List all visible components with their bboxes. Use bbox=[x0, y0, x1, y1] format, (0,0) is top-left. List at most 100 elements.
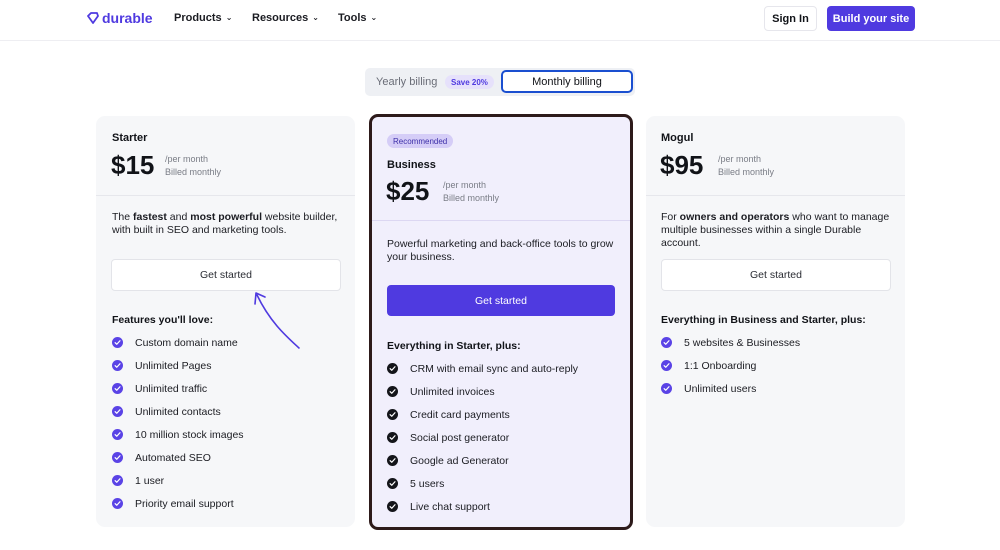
feature-label: Automated SEO bbox=[135, 451, 211, 464]
feature-label: 1:1 Onboarding bbox=[684, 359, 757, 372]
billing-toggle: Yearly billing Save 20% Monthly billing bbox=[365, 68, 635, 96]
build-your-site-button[interactable]: Build your site bbox=[827, 6, 915, 31]
feature-label: Unlimited traffic bbox=[135, 382, 208, 395]
plan-description: Powerful marketing and back-office tools… bbox=[387, 238, 614, 263]
feature-label: Unlimited contacts bbox=[135, 405, 221, 418]
yearly-billing-option[interactable]: Yearly billing bbox=[376, 76, 437, 88]
billing-frequency: Billed monthly bbox=[718, 167, 775, 177]
feature-label: Social post generator bbox=[410, 431, 510, 444]
nav-products-label: Products bbox=[174, 12, 222, 24]
feature-label: Live chat support bbox=[410, 500, 490, 513]
plan-card-business: Recommended Business $25 /per month Bill… bbox=[369, 114, 633, 530]
feature-label: Unlimited invoices bbox=[410, 385, 495, 398]
feature-item: Unlimited contacts bbox=[112, 400, 244, 423]
check-circle-icon bbox=[387, 501, 398, 512]
nav-resources-label: Resources bbox=[252, 12, 309, 24]
sign-in-button[interactable]: Sign In bbox=[764, 6, 817, 31]
top-navbar: durable Products ⌄ Resources ⌄ Tools ⌄ S… bbox=[0, 0, 1000, 41]
feature-label: Credit card payments bbox=[410, 408, 510, 421]
feature-item: 1:1 Onboarding bbox=[661, 354, 800, 377]
check-circle-icon bbox=[112, 337, 123, 348]
feature-item: Live chat support bbox=[387, 495, 578, 518]
features-heading: Everything in Starter, plus: bbox=[387, 340, 521, 352]
features-heading: Everything in Business and Starter, plus… bbox=[661, 314, 866, 326]
feature-item: Google ad Generator bbox=[387, 449, 578, 472]
feature-list: Custom domain name Unlimited Pages Unlimit… bbox=[112, 331, 244, 515]
feature-item: Automated SEO bbox=[112, 446, 244, 469]
feature-label: Unlimited users bbox=[684, 382, 757, 395]
durable-logo-icon bbox=[87, 12, 99, 24]
save-badge: Save 20% bbox=[445, 75, 494, 89]
check-circle-icon bbox=[661, 337, 672, 348]
price-period: /per month bbox=[443, 180, 487, 190]
feature-item: 10 million stock images bbox=[112, 423, 244, 446]
feature-label: Priority email support bbox=[135, 497, 234, 510]
nav-tools[interactable]: Tools ⌄ bbox=[338, 12, 377, 24]
check-circle-icon bbox=[112, 383, 123, 394]
card-header: Starter $15 /per month Billed monthly bbox=[96, 116, 355, 196]
check-circle-icon bbox=[661, 360, 672, 371]
check-circle-icon bbox=[387, 386, 398, 397]
plan-name: Starter bbox=[112, 132, 148, 144]
card-header: Business $25 /per month Billed monthly bbox=[372, 117, 630, 221]
check-circle-icon bbox=[112, 429, 123, 440]
feature-label: Unlimited Pages bbox=[135, 359, 212, 372]
feature-item: 5 users bbox=[387, 472, 578, 495]
check-circle-icon bbox=[112, 498, 123, 509]
feature-label: 5 websites & Businesses bbox=[684, 336, 801, 349]
plan-description: The fastest and most powerful website bu… bbox=[112, 211, 338, 236]
plan-name: Mogul bbox=[661, 132, 694, 144]
feature-label: 5 users bbox=[410, 477, 445, 490]
feature-item: Unlimited invoices bbox=[387, 380, 578, 403]
feature-label: Custom domain name bbox=[135, 336, 238, 349]
features-heading: Features you'll love: bbox=[112, 314, 214, 326]
get-started-button[interactable]: Get started bbox=[111, 259, 341, 291]
feature-label: Google ad Generator bbox=[410, 454, 509, 467]
nav-products[interactable]: Products ⌄ bbox=[174, 12, 232, 24]
chevron-down-icon: ⌄ bbox=[225, 12, 233, 22]
chevron-down-icon: ⌄ bbox=[370, 12, 378, 22]
check-circle-icon bbox=[387, 455, 398, 466]
monthly-billing-option[interactable]: Monthly billing bbox=[501, 70, 633, 93]
billing-frequency: Billed monthly bbox=[165, 167, 222, 177]
feature-item: Credit card payments bbox=[387, 403, 578, 426]
check-circle-icon bbox=[387, 432, 398, 443]
feature-item: Unlimited users bbox=[661, 377, 800, 400]
chevron-down-icon: ⌄ bbox=[312, 12, 319, 22]
feature-label: 1 user bbox=[135, 474, 165, 487]
check-circle-icon bbox=[112, 475, 123, 486]
plan-price: $15 bbox=[111, 150, 155, 180]
feature-label: CRM with email sync and auto-reply bbox=[410, 362, 579, 375]
feature-item: Unlimited traffic bbox=[112, 377, 244, 400]
billing-frequency: Billed monthly bbox=[443, 193, 500, 203]
hand-drawn-arrow-icon bbox=[254, 292, 300, 349]
check-circle-icon bbox=[661, 383, 672, 394]
get-started-button[interactable]: Get started bbox=[661, 259, 891, 291]
feature-label: 10 million stock images bbox=[135, 428, 244, 441]
get-started-button[interactable]: Get started bbox=[387, 285, 615, 316]
feature-item: Custom domain name bbox=[112, 331, 244, 354]
plan-description: For owners and operators who want to man… bbox=[661, 211, 890, 249]
feature-list: 5 websites & Businesses 1:1 Onboarding Unl… bbox=[661, 331, 800, 400]
plan-card-starter: Starter $15 /per month Billed monthly Th… bbox=[96, 116, 355, 527]
plan-price: $95 bbox=[660, 150, 704, 180]
price-period: /per month bbox=[718, 154, 762, 164]
feature-item: Unlimited Pages bbox=[112, 354, 244, 377]
logo-text: durable bbox=[102, 10, 153, 26]
durable-logo[interactable]: durable bbox=[87, 10, 153, 26]
nav-tools-label: Tools bbox=[338, 12, 367, 24]
check-circle-icon bbox=[112, 452, 123, 463]
feature-item: 5 websites & Businesses bbox=[661, 331, 800, 354]
plan-card-mogul: Mogul $95 /per month Billed monthly For … bbox=[646, 116, 905, 527]
check-circle-icon bbox=[387, 363, 398, 374]
card-header: Mogul $95 /per month Billed monthly bbox=[646, 116, 905, 196]
check-circle-icon bbox=[112, 360, 123, 371]
feature-item: Social post generator bbox=[387, 426, 578, 449]
feature-item: CRM with email sync and auto-reply bbox=[387, 357, 578, 380]
nav-resources[interactable]: Resources ⌄ bbox=[252, 12, 319, 24]
check-circle-icon bbox=[112, 406, 123, 417]
check-circle-icon bbox=[387, 409, 398, 420]
check-circle-icon bbox=[387, 478, 398, 489]
feature-item: 1 user bbox=[112, 469, 244, 492]
plan-price: $25 bbox=[386, 176, 430, 206]
